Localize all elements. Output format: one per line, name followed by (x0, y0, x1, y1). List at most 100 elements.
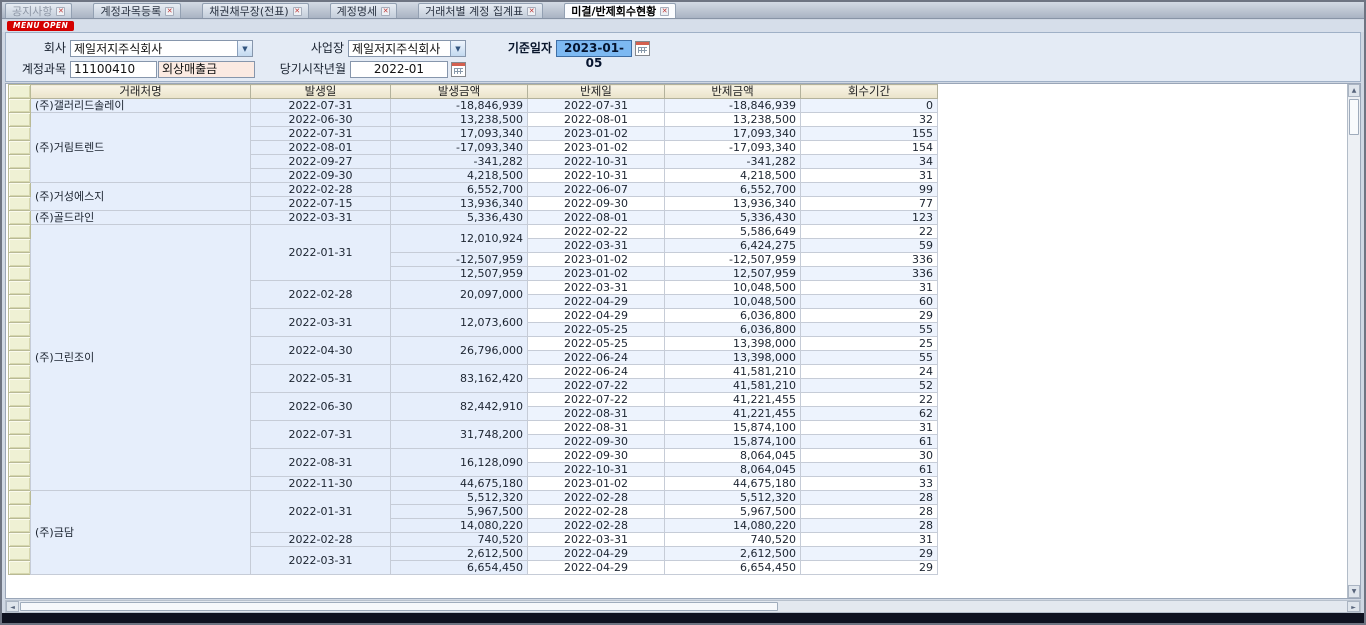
settle-amount-cell[interactable]: 13,398,000 (665, 351, 801, 365)
settle-amount-cell[interactable]: 6,036,800 (665, 323, 801, 337)
settle-amount-cell[interactable]: 5,967,500 (665, 505, 801, 519)
row-indicator[interactable] (9, 337, 31, 351)
settle-date-cell[interactable]: 2022-10-31 (528, 155, 665, 169)
collect-days-cell[interactable]: 155 (801, 127, 938, 141)
tab-close-icon[interactable]: ✕ (381, 7, 390, 16)
settle-amount-cell[interactable]: -17,093,340 (665, 141, 801, 155)
settle-amount-cell[interactable]: 6,654,450 (665, 561, 801, 575)
occur-date-cell[interactable]: 2022-08-31 (251, 449, 391, 477)
row-indicator[interactable] (9, 407, 31, 421)
collect-days-cell[interactable]: 28 (801, 505, 938, 519)
collect-days-cell[interactable]: 28 (801, 519, 938, 533)
tab-close-icon[interactable]: ✕ (56, 7, 65, 16)
tab-item[interactable]: 채권채무장(전표)✕ (202, 3, 308, 18)
row-indicator[interactable] (9, 561, 31, 575)
vscrollbar-thumb[interactable] (1349, 99, 1359, 135)
scroll-right-icon[interactable]: ► (1347, 601, 1360, 612)
settle-date-cell[interactable]: 2022-02-28 (528, 505, 665, 519)
occur-date-cell[interactable]: 2022-02-28 (251, 533, 391, 547)
hscrollbar-thumb[interactable] (20, 602, 778, 611)
row-indicator[interactable] (9, 519, 31, 533)
occur-amount-cell[interactable]: 13,238,500 (391, 113, 528, 127)
collect-days-cell[interactable]: 62 (801, 407, 938, 421)
row-indicator[interactable] (9, 155, 31, 169)
tab-close-icon[interactable]: ✕ (165, 7, 174, 16)
tab-item[interactable]: 공지사항✕ (5, 3, 72, 18)
settle-date-cell[interactable]: 2022-06-24 (528, 365, 665, 379)
occur-date-cell[interactable]: 2022-07-31 (251, 99, 391, 113)
calendar-icon[interactable] (451, 62, 466, 77)
occur-date-cell[interactable]: 2022-07-31 (251, 127, 391, 141)
collect-days-cell[interactable]: 60 (801, 295, 938, 309)
row-indicator[interactable] (9, 533, 31, 547)
settle-amount-cell[interactable]: 41,581,210 (665, 365, 801, 379)
scroll-left-icon[interactable]: ◄ (6, 601, 19, 612)
collect-days-cell[interactable]: 22 (801, 393, 938, 407)
row-indicator[interactable] (9, 505, 31, 519)
settle-amount-cell[interactable]: 6,036,800 (665, 309, 801, 323)
company-select[interactable]: 제일저지주식회사 ▼ (70, 40, 253, 57)
collect-days-cell[interactable]: 55 (801, 323, 938, 337)
collect-days-cell[interactable]: 52 (801, 379, 938, 393)
customer-cell[interactable]: (주)거성에스지 (31, 183, 251, 211)
occur-date-cell[interactable]: 2022-06-30 (251, 113, 391, 127)
occur-date-cell[interactable]: 2022-06-30 (251, 393, 391, 421)
settle-date-cell[interactable]: 2022-04-29 (528, 309, 665, 323)
row-indicator[interactable] (9, 379, 31, 393)
settle-date-cell[interactable]: 2022-06-24 (528, 351, 665, 365)
occur-amount-cell[interactable]: 82,442,910 (391, 393, 528, 421)
occur-date-cell[interactable]: 2022-01-31 (251, 491, 391, 533)
settle-date-cell[interactable]: 2023-01-02 (528, 477, 665, 491)
customer-cell[interactable]: (주)골드라인 (31, 211, 251, 225)
settle-amount-cell[interactable]: 10,048,500 (665, 281, 801, 295)
settle-date-cell[interactable]: 2023-01-02 (528, 141, 665, 155)
settle-date-cell[interactable]: 2022-08-31 (528, 407, 665, 421)
settle-amount-cell[interactable]: -12,507,959 (665, 253, 801, 267)
row-indicator[interactable] (9, 421, 31, 435)
settle-date-cell[interactable]: 2022-09-30 (528, 435, 665, 449)
row-indicator[interactable] (9, 183, 31, 197)
settle-date-cell[interactable]: 2022-04-29 (528, 561, 665, 575)
customer-cell[interactable]: (주)그린조이 (31, 225, 251, 491)
settle-amount-cell[interactable]: 14,080,220 (665, 519, 801, 533)
occur-amount-cell[interactable]: 12,073,600 (391, 309, 528, 337)
collect-days-cell[interactable]: 29 (801, 561, 938, 575)
settle-amount-cell[interactable]: -18,846,939 (665, 99, 801, 113)
account-code-input[interactable]: 11100410 (70, 61, 157, 78)
grid-corner-cell[interactable] (9, 85, 31, 99)
settle-amount-cell[interactable]: 17,093,340 (665, 127, 801, 141)
column-header[interactable]: 반제일 (528, 85, 665, 99)
settle-amount-cell[interactable]: 41,581,210 (665, 379, 801, 393)
collect-days-cell[interactable]: 32 (801, 113, 938, 127)
collect-days-cell[interactable]: 336 (801, 253, 938, 267)
settle-date-cell[interactable]: 2022-02-28 (528, 519, 665, 533)
occur-amount-cell[interactable]: 12,507,959 (391, 267, 528, 281)
period-input[interactable]: 2022-01 (350, 61, 448, 78)
column-header[interactable]: 회수기간 (801, 85, 938, 99)
occur-amount-cell[interactable]: 5,336,430 (391, 211, 528, 225)
settle-amount-cell[interactable]: 41,221,455 (665, 407, 801, 421)
settle-amount-cell[interactable]: 15,874,100 (665, 435, 801, 449)
tab-item[interactable]: 계정과목등록✕ (93, 3, 181, 18)
settle-amount-cell[interactable]: 13,238,500 (665, 113, 801, 127)
occur-date-cell[interactable]: 2022-03-31 (251, 309, 391, 337)
collect-days-cell[interactable]: 31 (801, 421, 938, 435)
scroll-down-icon[interactable]: ▼ (1348, 585, 1360, 598)
row-indicator[interactable] (9, 491, 31, 505)
settle-amount-cell[interactable]: 13,936,340 (665, 197, 801, 211)
settle-date-cell[interactable]: 2022-03-31 (528, 239, 665, 253)
occur-amount-cell[interactable]: -12,507,959 (391, 253, 528, 267)
collect-days-cell[interactable]: 99 (801, 183, 938, 197)
settle-date-cell[interactable]: 2023-01-02 (528, 253, 665, 267)
collect-days-cell[interactable]: 29 (801, 309, 938, 323)
collect-days-cell[interactable]: 0 (801, 99, 938, 113)
row-indicator[interactable] (9, 267, 31, 281)
collect-days-cell[interactable]: 22 (801, 225, 938, 239)
occur-date-cell[interactable]: 2022-02-28 (251, 281, 391, 309)
occur-amount-cell[interactable]: 14,080,220 (391, 519, 528, 533)
occur-amount-cell[interactable]: 4,218,500 (391, 169, 528, 183)
customer-cell[interactable]: (주)거림트렌드 (31, 113, 251, 183)
settle-date-cell[interactable]: 2022-02-22 (528, 225, 665, 239)
occur-date-cell[interactable]: 2022-07-31 (251, 421, 391, 449)
collect-days-cell[interactable]: 29 (801, 547, 938, 561)
